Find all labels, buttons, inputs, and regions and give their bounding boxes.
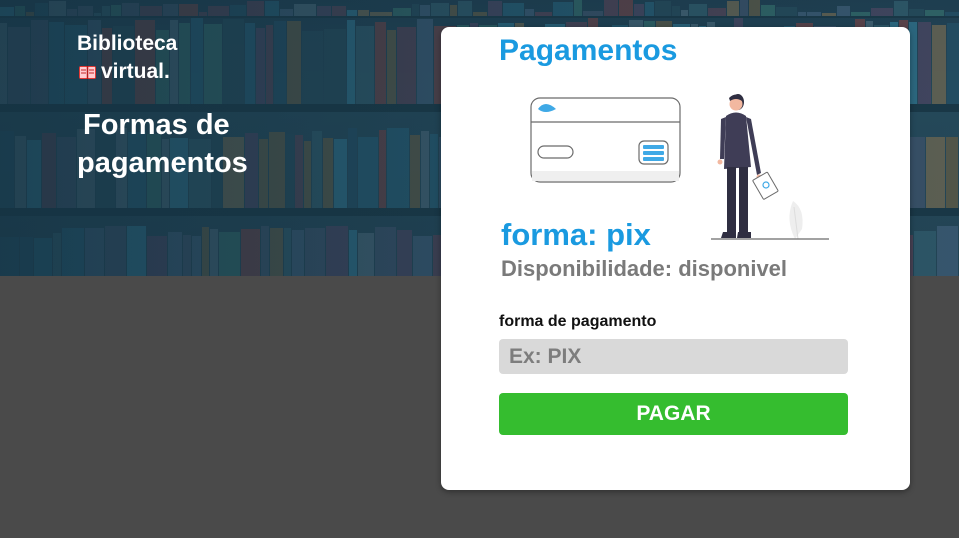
page: Biblioteca virtual. Formas de pagamentos — [0, 0, 959, 538]
availability-status: Disponibilidade: disponivel — [501, 256, 788, 281]
book-icon — [77, 62, 98, 83]
page-title-line2: pagamentos — [77, 147, 248, 179]
brand-logo[interactable]: Biblioteca virtual. — [77, 30, 177, 86]
payment-method-input[interactable] — [499, 339, 848, 374]
payment-method-label: forma: pix — [501, 217, 651, 252]
page-title-line1: Formas de — [83, 109, 230, 141]
pay-button[interactable]: PAGAR — [499, 393, 848, 435]
card-title: Pagamentos — [499, 34, 678, 67]
page-title: Formas de pagamentos — [77, 106, 337, 182]
brand-name-line2: virtual. — [101, 60, 170, 83]
brand-name-line1: Biblioteca — [77, 32, 178, 55]
payment-card: Pagamentos forma: pix Disponibilidade: d… — [441, 27, 910, 490]
credit-card-icon — [530, 97, 681, 183]
payment-method-field-label: forma de pagamento — [499, 313, 657, 330]
person-icon — [717, 94, 803, 240]
